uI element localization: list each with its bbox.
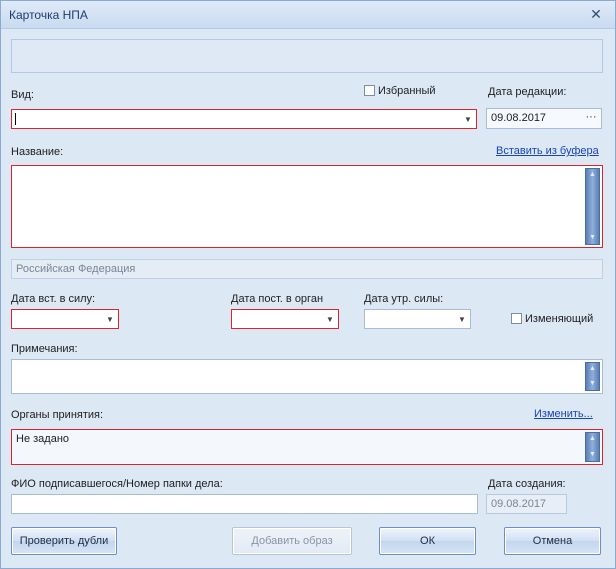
triangle-down-icon[interactable]: ▼ [586,449,599,461]
fio-input[interactable] [11,494,478,514]
title-bar: Карточка НПА ✕ [1,1,615,29]
chevron-down-icon[interactable]: ▼ [322,310,338,328]
data-vst-select[interactable]: ▼ [11,309,119,329]
data-sozdaniya-label: Дата создания: [488,478,566,490]
triangle-up-icon[interactable]: ▲ [586,433,599,445]
vid-label: Вид: [11,89,34,101]
data-utr-select[interactable]: ▼ [364,309,471,329]
organy-label: Органы принятия: [11,409,104,421]
region-value: Российская Федерация [16,263,136,275]
change-link[interactable]: Изменить... [534,408,593,420]
data-sozdaniya-field: 09.08.2017 [486,494,567,514]
izbrannyi-checkbox[interactable] [364,85,375,96]
ellipsis-button[interactable]: ··· [581,109,601,128]
check-duplicates-button[interactable]: Проверить дубли [11,527,117,555]
organy-scrollbar[interactable]: ▲ ▼ [585,432,600,462]
data-utr-label: Дата утр. силы: [364,293,444,305]
nazvanie-textarea[interactable]: ▲ ▼ [11,165,603,248]
window-title: Карточка НПА [9,8,88,22]
primechaniya-textarea[interactable]: ▲ ▼ [11,359,603,394]
info-panel [11,39,603,73]
data-sozdaniya-value: 09.08.2017 [491,498,547,510]
cancel-button[interactable]: Отмена [504,527,601,555]
nazvanie-label: Название: [11,146,64,158]
vid-select[interactable]: ▼ [11,109,477,129]
izmenyayushchiy-checkbox[interactable] [511,313,522,324]
chevron-down-icon[interactable]: ▼ [454,310,470,328]
primechaniya-scrollbar[interactable]: ▲ ▼ [585,362,600,391]
add-image-button[interactable]: Добавить образ [232,527,352,555]
data-redakcii-field[interactable]: 09.08.2017 ··· [486,108,602,129]
triangle-up-icon[interactable]: ▲ [586,169,599,181]
izmenyayushchiy-label: Изменяющий [525,313,594,325]
triangle-down-icon[interactable]: ▼ [586,378,599,390]
nazvanie-scrollbar[interactable]: ▲ ▼ [585,168,600,245]
organy-value: Не задано [16,433,70,445]
close-button[interactable]: ✕ [587,5,605,23]
ok-button[interactable]: ОК [379,527,476,555]
paste-from-clipboard-link[interactable]: Вставить из буфера [496,145,599,157]
data-post-select[interactable]: ▼ [231,309,339,329]
triangle-up-icon[interactable]: ▲ [586,363,599,375]
primechaniya-label: Примечания: [11,343,78,355]
text-caret [15,113,16,125]
data-redakcii-label: Дата редакции: [488,86,567,98]
chevron-down-icon[interactable]: ▼ [460,110,476,128]
izbrannyi-label: Избранный [378,85,436,97]
data-post-label: Дата пост. в орган [231,293,324,305]
npa-card-window: Карточка НПА ✕ Вид: Избранный Дата редак… [0,0,616,569]
triangle-down-icon[interactable]: ▼ [586,232,599,244]
data-redakcii-value: 09.08.2017 [491,112,547,124]
chevron-down-icon[interactable]: ▼ [102,310,118,328]
organy-field[interactable]: Не задано ▲ ▼ [11,429,603,465]
region-field: Российская Федерация [11,259,603,279]
fio-label: ФИО подписавшегося/Номер папки дела: [11,478,223,490]
data-vst-label: Дата вст. в силу: [11,293,96,305]
